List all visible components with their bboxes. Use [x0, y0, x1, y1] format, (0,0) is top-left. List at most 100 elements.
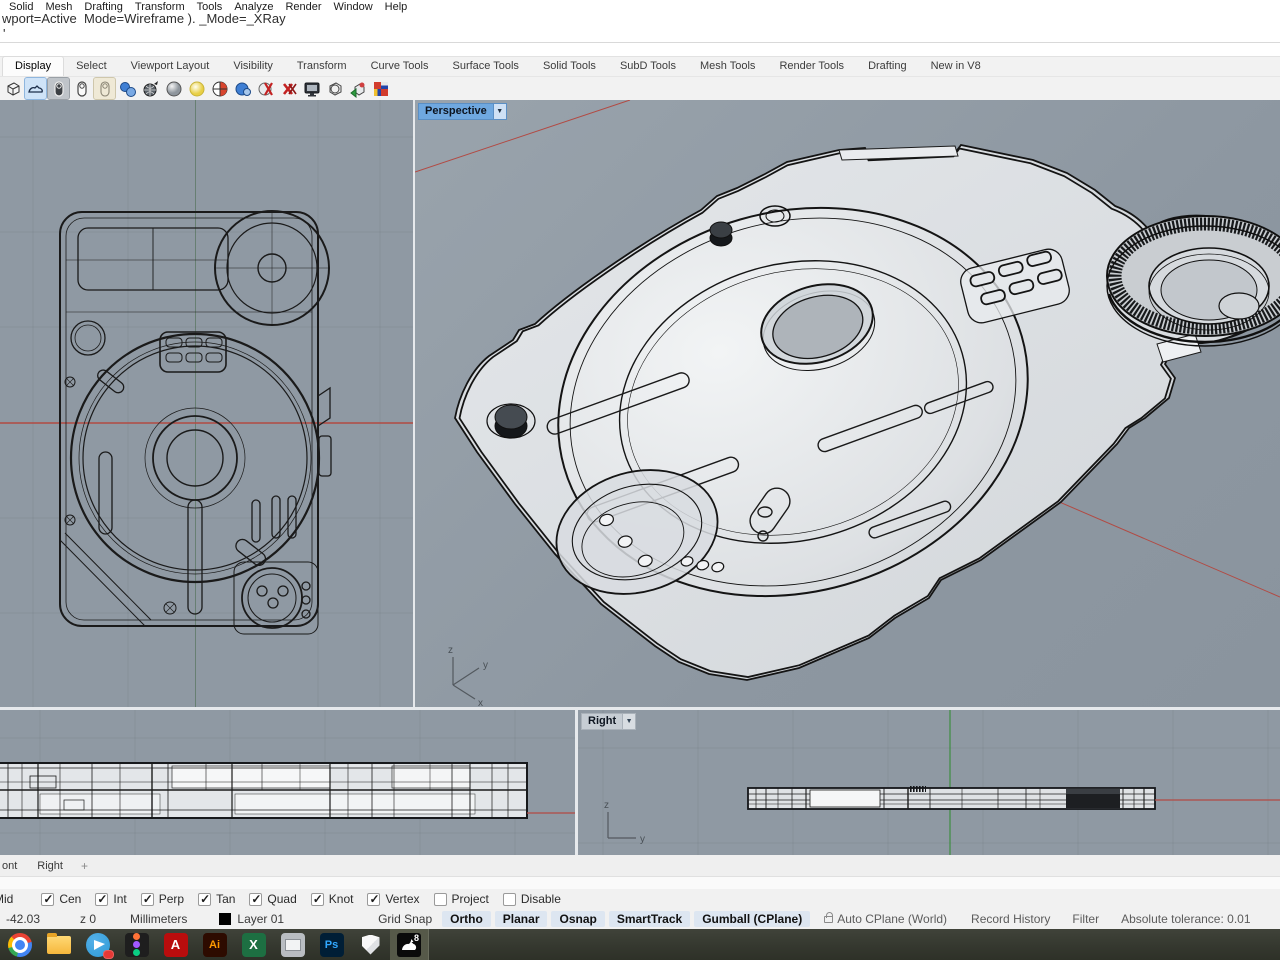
filter-toggle[interactable]: Filter: [1064, 912, 1107, 926]
tab-curve-tools[interactable]: Curve Tools: [359, 57, 441, 76]
osnap-tan-checkbox[interactable]: [198, 893, 211, 906]
osnap-bar: Mid Cen Int Perp Tan Quad Knot Vertex Pr…: [0, 889, 1280, 909]
gray-app-icon: [281, 933, 305, 957]
taskbar-acrobat[interactable]: A: [156, 929, 195, 960]
perspective-viewport-label[interactable]: Perspective ▼: [418, 103, 507, 120]
taskbar-photoshop[interactable]: Ps: [312, 929, 351, 960]
osnap-project-checkbox[interactable]: [434, 893, 447, 906]
tab-select[interactable]: Select: [64, 57, 119, 76]
osnap-int-label[interactable]: Int: [113, 892, 126, 906]
taskbar-file-explorer[interactable]: [39, 929, 78, 960]
osnap-quad-checkbox[interactable]: [249, 893, 262, 906]
taskbar-illustrator[interactable]: Ai: [195, 929, 234, 960]
tab-mesh-tools[interactable]: Mesh Tools: [688, 57, 767, 76]
gizmo-z-label: z: [448, 645, 453, 656]
red-x-double-icon[interactable]: [278, 78, 299, 99]
absolute-tolerance: Absolute tolerance: 0.01: [1113, 912, 1258, 926]
viewport-tab-right[interactable]: Right: [27, 860, 73, 872]
smarttrack-toggle[interactable]: SmartTrack: [609, 911, 690, 927]
osnap-perp-label[interactable]: Perp: [159, 892, 184, 906]
osnap-perp-checkbox[interactable]: [141, 893, 154, 906]
chevron-down-icon[interactable]: ▼: [623, 713, 636, 730]
command-prompt-line[interactable]: ': [3, 26, 5, 41]
color-grid-icon[interactable]: [370, 78, 391, 99]
osnap-vertex-label[interactable]: Vertex: [385, 892, 419, 906]
osnap-toggle[interactable]: Osnap: [551, 911, 604, 927]
osnap-quad-label[interactable]: Quad: [267, 892, 296, 906]
photoshop-icon: Ps: [320, 933, 344, 957]
sphere-target-icon[interactable]: [209, 78, 230, 99]
sphere-pair-icon[interactable]: [232, 78, 253, 99]
command-history-line: wport=Active Mode=Wireframe ). _Mode=_XR…: [2, 11, 286, 26]
taskbar-chrome[interactable]: [0, 929, 39, 960]
tab-render-tools[interactable]: Render Tools: [767, 57, 856, 76]
cube-green-arrow-icon[interactable]: [347, 78, 368, 99]
viewport-top[interactable]: [0, 100, 413, 707]
right-viewport-label[interactable]: Right ▼: [581, 713, 636, 730]
menu-help[interactable]: Help: [379, 0, 414, 14]
tab-subd-tools[interactable]: SubD Tools: [608, 57, 688, 76]
front-view-drawing: [0, 710, 575, 855]
ortho-toggle[interactable]: Ortho: [442, 911, 491, 927]
osnap-vertex-checkbox[interactable]: [367, 893, 380, 906]
tab-viewport-layout[interactable]: Viewport Layout: [119, 57, 222, 76]
viewport-perspective[interactable]: Perspective ▼: [415, 100, 1280, 707]
taskbar-excel[interactable]: X: [234, 929, 273, 960]
viewport-front[interactable]: [0, 710, 575, 855]
linked-spheres-icon[interactable]: [117, 78, 138, 99]
osnap-disable-label[interactable]: Disable: [521, 892, 561, 906]
capsule-dark-pressed-icon[interactable]: [48, 78, 69, 99]
osnap-knot-checkbox[interactable]: [311, 893, 324, 906]
tab-visibility[interactable]: Visibility: [221, 57, 285, 76]
menu-window[interactable]: Window: [328, 0, 379, 14]
osnap-cen-label[interactable]: Cen: [59, 892, 81, 906]
chevron-down-icon[interactable]: ▼: [494, 103, 507, 120]
tab-drafting[interactable]: Drafting: [856, 57, 919, 76]
sphere-glow-icon[interactable]: [186, 78, 207, 99]
osnap-knot-label[interactable]: Knot: [329, 892, 354, 906]
command-area[interactable]: wport=Active Mode=Wireframe ). _Mode=_XR…: [0, 14, 1280, 57]
taskbar-gray-app[interactable]: [273, 929, 312, 960]
gumball-toggle[interactable]: Gumball (CPlane): [694, 911, 810, 927]
tab-display[interactable]: Display: [2, 56, 64, 76]
tab-new-in-v8[interactable]: New in V8: [919, 57, 993, 76]
auto-cplane-indicator[interactable]: Auto CPlane (World): [816, 912, 955, 926]
perspective-label-text[interactable]: Perspective: [418, 103, 494, 120]
taskbar-rhino[interactable]: 8: [390, 929, 429, 960]
tab-transform[interactable]: Transform: [285, 57, 359, 76]
taskbar-telegram[interactable]: [78, 929, 117, 960]
planar-toggle[interactable]: Planar: [495, 911, 548, 927]
new-viewport-tab-icon[interactable]: +: [73, 859, 96, 873]
viewport-area: Perspective ▼: [0, 100, 1280, 855]
layer-color-swatch: [219, 913, 231, 925]
monitor-icon[interactable]: [301, 78, 322, 99]
display-toolbar: [0, 77, 1280, 100]
menu-render[interactable]: Render: [279, 0, 327, 14]
globe-arrow-icon[interactable]: [140, 78, 161, 99]
osnap-int-checkbox[interactable]: [95, 893, 108, 906]
osnap-project-label[interactable]: Project: [452, 892, 489, 906]
layer-indicator[interactable]: Layer 01: [211, 912, 292, 926]
right-label-text[interactable]: Right: [581, 713, 623, 730]
capsule-light-icon[interactable]: [71, 78, 92, 99]
viewport-right[interactable]: Right ▼: [578, 710, 1280, 855]
osnap-tan-label[interactable]: Tan: [216, 892, 235, 906]
tab-solid-tools[interactable]: Solid Tools: [531, 57, 608, 76]
units-indicator[interactable]: Millimeters: [122, 912, 195, 926]
osnap-disable-checkbox[interactable]: [503, 893, 516, 906]
osnap-cen-checkbox[interactable]: [41, 893, 54, 906]
rhino-xray-pressed-icon[interactable]: [25, 78, 46, 99]
grid-snap-toggle[interactable]: Grid Snap: [370, 912, 440, 926]
tab-surface-tools[interactable]: Surface Tools: [440, 57, 530, 76]
taskbar-figma[interactable]: [117, 929, 156, 960]
sphere-shaded-icon[interactable]: [163, 78, 184, 99]
taskbar-defender[interactable]: [351, 929, 390, 960]
cube-sphere-icon[interactable]: [324, 78, 345, 99]
rhino-window: Solid Mesh Drafting Transform Tools Anal…: [0, 0, 1280, 960]
viewport-tab-front[interactable]: ont: [0, 860, 27, 872]
capsule-ghost-pressed-icon[interactable]: [94, 78, 115, 99]
sphere-red-x-icon[interactable]: [255, 78, 276, 99]
wireframe-cube-icon[interactable]: [2, 78, 23, 99]
osnap-mid-label[interactable]: Mid: [0, 892, 13, 906]
record-history-toggle[interactable]: Record History: [963, 912, 1058, 926]
